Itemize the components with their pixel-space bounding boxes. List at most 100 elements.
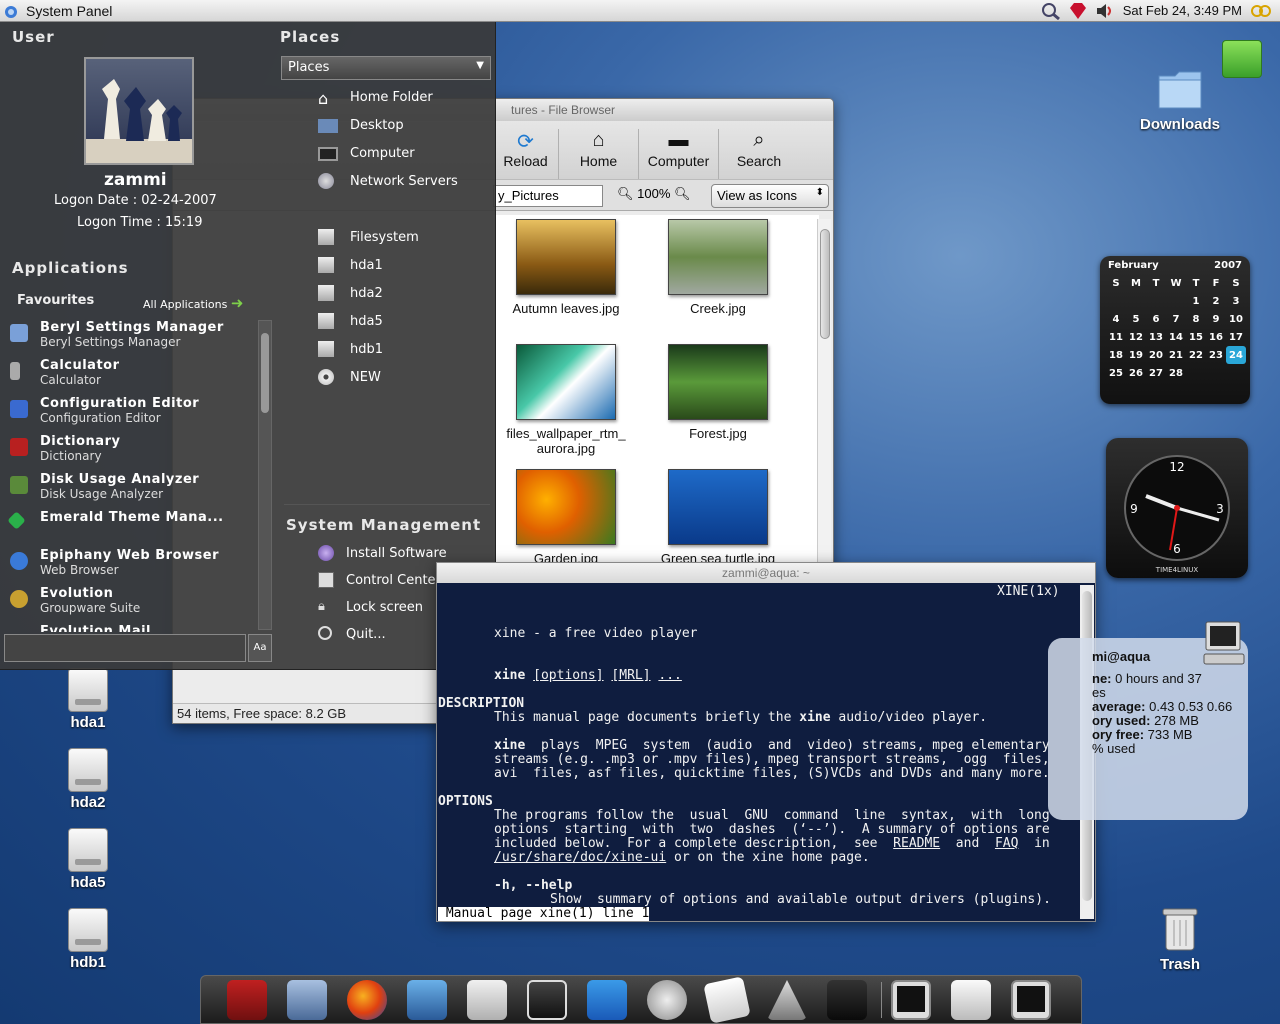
fav-emerald[interactable]: Emerald Theme Mana... [7,510,255,530]
writer-icon[interactable] [587,980,627,1020]
calendar-widget[interactable]: February 2007 SMTWTFS 1 2 3 4 5 6 7 8 9 10 11 12 13 1… [1100,256,1250,404]
fav-beryl[interactable]: Beryl Settings Manager Beryl Settings Man… [10,320,255,349]
calendar-day[interactable]: 24 [1226,346,1246,364]
calendar-day[interactable] [1106,292,1126,310]
file-item[interactable]: files_wallpaper_rtm_ aurora.jpg [493,344,641,456]
favourites-scrollbar[interactable] [258,320,272,630]
calendar-day[interactable]: 6 [1146,310,1166,328]
volume-icon[interactable] [1095,2,1115,20]
calendar-day[interactable]: 19 [1126,346,1146,364]
calendar-day[interactable] [1126,292,1146,310]
file-item[interactable]: Green sea turtle.jpg [643,469,793,566]
terminal-titlebar[interactable]: zammi@aqua: ~ [437,563,1095,583]
video-clapper-icon[interactable] [527,980,567,1020]
ruby-icon[interactable] [1069,2,1087,20]
telephone-icon[interactable] [827,980,867,1020]
clock-widget[interactable]: 12 3 6 9 TIME4LINUX [1106,438,1248,578]
avatar[interactable] [84,57,194,165]
calendar-day[interactable]: 2 [1206,292,1226,310]
clock-text[interactable]: Sat Feb 24, 3:49 PM [1123,3,1242,18]
install-software[interactable]: Install Software [318,545,447,561]
fav-dictionary[interactable]: Dictionary Dictionary [10,434,255,463]
search-icon[interactable] [1041,2,1061,20]
calendar-day[interactable]: 10 [1226,310,1246,328]
text-editor-icon[interactable] [703,976,751,1024]
location-input[interactable]: y_Pictures [493,185,603,207]
home-icon[interactable] [467,980,507,1020]
scroll-thumb[interactable] [261,333,269,413]
calendar-day[interactable]: 16 [1206,328,1226,346]
lock-screen[interactable]: 🔒︎ Lock screen [318,599,423,615]
desktop-hda1[interactable]: hda1 [48,668,128,731]
power-icon[interactable] [1250,3,1272,19]
calendar-day[interactable]: 15 [1186,328,1206,346]
calendar-day[interactable] [1166,292,1186,310]
calendar-day[interactable] [1226,364,1246,382]
drive-hda1[interactable]: hda1 [318,257,383,273]
search-mode-button[interactable]: Aa [248,634,272,662]
terminal-icon[interactable] [1011,980,1051,1020]
fav-calculator[interactable]: Calculator Calculator [10,358,255,387]
calendar-day[interactable]: 4 [1106,310,1126,328]
firefox-icon[interactable] [347,980,387,1020]
zoom-in-icon[interactable]: 🔍︎ [674,186,691,201]
search-button[interactable]: ⌕ Search [719,129,799,179]
computer-button[interactable]: ▬ Computer [639,129,719,179]
green-square-icon[interactable] [1222,40,1262,78]
image-viewer-icon[interactable] [407,980,447,1020]
dictionary-icon[interactable] [227,980,267,1020]
terminal-icon[interactable] [891,980,931,1020]
place-desktop[interactable]: Desktop [318,118,404,133]
fav-disk-usage[interactable]: Disk Usage Analyzer Disk Usage Analyzer [10,472,255,501]
calendar-day[interactable]: 26 [1126,364,1146,382]
home-button[interactable]: ⌂ Home [559,129,639,179]
mail-stamp-icon[interactable] [287,980,327,1020]
calendar-day[interactable]: 14 [1166,328,1186,346]
apple-menu-icon[interactable] [0,1,22,21]
desktop-hda2[interactable]: hda2 [48,748,128,811]
calendar-day[interactable]: 21 [1166,346,1186,364]
view-mode-select[interactable]: View as Icons ⬍ [711,184,829,208]
drive-hda5[interactable]: hda5 [318,313,383,329]
calendar-day[interactable]: 25 [1106,364,1126,382]
hard-drive-icon[interactable] [951,980,991,1020]
calendar-day[interactable]: 11 [1106,328,1126,346]
wizard-hat-icon[interactable] [767,980,807,1020]
menu-search-input[interactable] [4,634,246,662]
drive-new-cd[interactable]: NEW [318,369,381,385]
file-item[interactable]: Autumn leaves.jpg [493,219,641,316]
drive-filesystem[interactable]: Filesystem [318,229,419,245]
fav-evolution-mail[interactable]: Evolution Mail [40,624,255,632]
place-computer[interactable]: Computer [318,146,415,161]
desktop-hda5[interactable]: hda5 [48,828,128,891]
fav-evolution[interactable]: Evolution Groupware Suite [10,586,255,615]
reload-button[interactable]: ⟳ Reload [493,129,559,179]
quit[interactable]: Quit... [318,626,386,642]
file-item[interactable]: Creek.jpg [643,219,793,316]
fav-epiphany[interactable]: Epiphany Web Browser Web Browser [10,548,255,577]
scroll-thumb[interactable] [820,229,830,339]
desktop-trash[interactable]: Trash [1140,906,1220,973]
calendar-day[interactable]: 23 [1206,346,1226,364]
calendar-day[interactable]: 1 [1186,292,1206,310]
calendar-day[interactable]: 20 [1146,346,1166,364]
file-item[interactable]: Forest.jpg [643,344,793,441]
calendar-day[interactable]: 3 [1226,292,1246,310]
file-item[interactable]: Garden.jpg [493,469,641,566]
terminal-window[interactable]: zammi@aqua: ~ XINE(1x) xine - a free vid… [436,562,1096,922]
calendar-day[interactable] [1206,364,1226,382]
calendar-day[interactable]: 5 [1126,310,1146,328]
calendar-day[interactable] [1186,364,1206,382]
calendar-day[interactable] [1146,292,1166,310]
calendar-day[interactable]: 27 [1146,364,1166,382]
places-select[interactable]: Places ▼ [281,56,491,80]
panel-title[interactable]: System Panel [26,3,112,19]
calendar-day[interactable]: 22 [1186,346,1206,364]
desktop-hdb1[interactable]: hdb1 [48,908,128,971]
all-applications-link[interactable]: All Applications ➜ [143,294,243,312]
zoom-level[interactable]: 100% [637,186,670,201]
zoom-out-icon[interactable]: 🔍︎ [617,186,634,201]
fav-config-editor[interactable]: Configuration Editor Configuration Editor [10,396,255,425]
drive-hda2[interactable]: hda2 [318,285,383,301]
calendar-day[interactable]: 13 [1146,328,1166,346]
